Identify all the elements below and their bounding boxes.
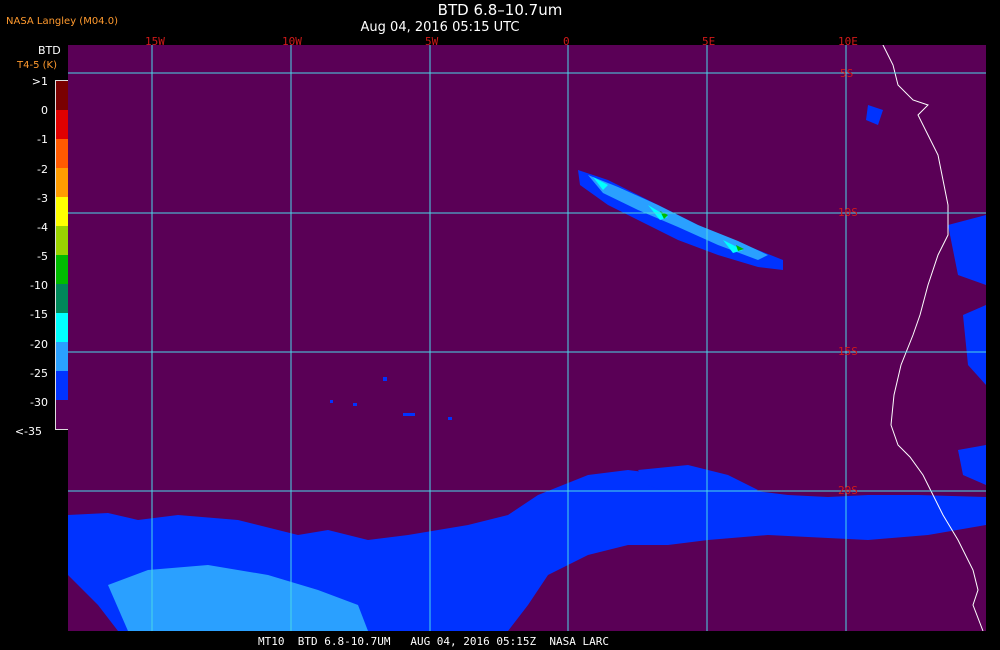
- lon-label-0: 0: [563, 35, 570, 48]
- legend-label: -10: [30, 279, 48, 293]
- footer-caption: MT10 BTD 6.8-10.7UM AUG 04, 2016 05:15Z …: [258, 635, 609, 648]
- legend-label: -1: [37, 133, 48, 147]
- legend-label: 0: [41, 104, 48, 118]
- lon-label-10w: 10W: [282, 35, 302, 48]
- legend-label: >1: [31, 75, 48, 88]
- legend-label: -20: [30, 337, 48, 351]
- legend-label: -4: [37, 220, 48, 234]
- map-datetime: Aug 04, 2016 05:15 UTC: [360, 20, 520, 35]
- legend-label: -2: [37, 162, 48, 176]
- lon-label-5e: 5E: [702, 35, 716, 48]
- lon-label-15w: 15W: [145, 35, 165, 48]
- legend-title: BTD: [38, 44, 61, 57]
- lon-label-10e: 10E: [838, 35, 858, 48]
- lon-label-5w: 5W: [425, 35, 439, 48]
- legend-subtitle: T4-5 (K): [17, 60, 57, 71]
- legend-label: -3: [37, 191, 48, 205]
- lat-label-20s: 20S: [838, 484, 858, 497]
- map-title: BTD 6.8–10.7um: [437, 1, 563, 19]
- legend-label: -5: [37, 250, 48, 263]
- legend-label: -15: [30, 308, 48, 322]
- satellite-map: [68, 45, 986, 631]
- lat-label-15s: 15S: [838, 345, 858, 358]
- lat-label-5s: 5S: [840, 67, 854, 80]
- legend-label: -25: [30, 366, 48, 380]
- lat-label-10s: 10S: [838, 206, 858, 219]
- source-label: NASA Langley (M04.0): [6, 16, 118, 27]
- legend-label: <-35: [14, 425, 42, 438]
- legend-label: -30: [30, 395, 48, 409]
